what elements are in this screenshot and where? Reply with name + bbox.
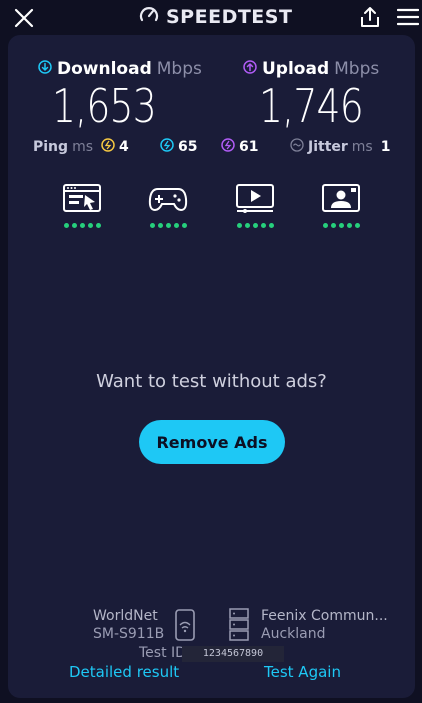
- gaming-rating: [146, 183, 190, 228]
- ping-idle-icon: [101, 138, 115, 156]
- server-name: Feenix Commun...: [261, 608, 388, 624]
- jitter-icon: [290, 138, 304, 156]
- download-unit: Mbps: [156, 59, 202, 79]
- jitter-unit: ms: [351, 139, 373, 155]
- hamburger-menu-icon[interactable]: [396, 8, 420, 26]
- upload-label: Upload: [262, 59, 330, 79]
- video-call-icon: [321, 184, 361, 217]
- test-id-value: 1234567890: [182, 646, 284, 662]
- ping-download-value: 65: [178, 139, 198, 155]
- jitter-row: Jitter ms 1: [290, 138, 390, 156]
- download-header: Download Mbps: [38, 59, 202, 79]
- remove-ads-button[interactable]: Remove Ads: [139, 420, 285, 464]
- device-model: SM-S911B: [93, 626, 165, 642]
- ping-unit: ms: [72, 139, 93, 155]
- video-chat-rating: [319, 183, 363, 228]
- ping-row: Ping ms 4: [33, 138, 129, 156]
- web-browsing-rating: [60, 183, 104, 228]
- test-again-link[interactable]: Test Again: [264, 663, 341, 681]
- top-bar: SPEEDTEST: [0, 0, 422, 34]
- upload-unit: Mbps: [334, 59, 380, 79]
- download-label: Download: [57, 59, 152, 79]
- server-icon: [228, 608, 250, 646]
- server-info: Feenix Commun... Auckland: [261, 607, 388, 643]
- ping-download-row: 65: [160, 138, 197, 156]
- provider-info: WorldNet SM-S911B: [93, 607, 164, 643]
- rating-dots: [233, 223, 277, 228]
- detailed-result-link[interactable]: Detailed result: [69, 663, 179, 681]
- close-icon[interactable]: [12, 6, 36, 30]
- jitter-value: 1: [380, 139, 391, 155]
- brand-name: SPEEDTEST: [166, 6, 293, 28]
- upload-value: 1,746: [259, 79, 364, 133]
- brand-logo: SPEEDTEST: [138, 5, 292, 29]
- download-value: 1,653: [52, 79, 157, 133]
- server-location: Auckland: [261, 626, 326, 642]
- ping-upload-row: 61: [221, 138, 258, 156]
- video-play-icon: [235, 184, 275, 217]
- ping-download-icon: [160, 138, 174, 156]
- share-icon[interactable]: [359, 5, 381, 29]
- rating-dots: [319, 223, 363, 228]
- ping-upload-icon: [221, 138, 235, 156]
- test-id-label: Test ID: [139, 645, 186, 661]
- rating-dots: [146, 223, 190, 228]
- gamepad-icon: [148, 188, 188, 217]
- download-arrow-icon: [38, 59, 52, 79]
- ping-label: Ping: [33, 139, 69, 155]
- ping-upload-value: 61: [239, 139, 259, 155]
- no-ads-prompt: Want to test without ads?: [96, 371, 327, 392]
- browser-cursor-icon: [62, 184, 102, 217]
- result-card: Download Mbps 1,653 Upload Mbps 1,746 Pi…: [8, 35, 415, 698]
- ping-idle-value: 4: [119, 139, 129, 155]
- provider-name: WorldNet: [93, 608, 158, 624]
- upload-arrow-icon: [243, 59, 257, 79]
- video-streaming-rating: [233, 183, 277, 228]
- upload-header: Upload Mbps: [243, 59, 379, 79]
- speedometer-icon: [138, 4, 160, 30]
- phone-wifi-icon: [174, 609, 196, 645]
- jitter-label: Jitter: [308, 139, 348, 155]
- rating-dots: [60, 223, 104, 228]
